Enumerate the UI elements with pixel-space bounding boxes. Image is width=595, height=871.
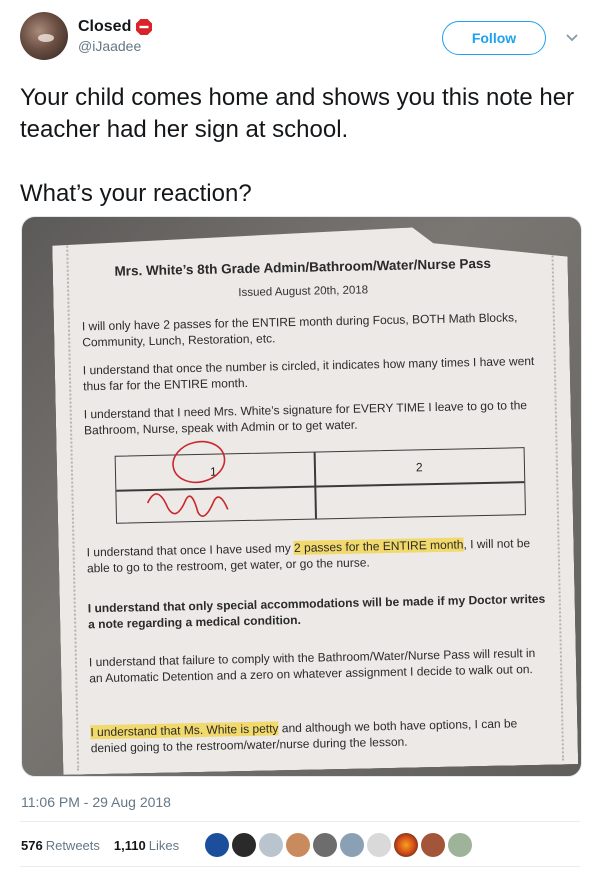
user-name-block[interactable]: Closed @iJaadee — [78, 18, 153, 54]
used-passes-pre: I understand that once I have used my — [86, 541, 295, 560]
liker-avatars — [205, 833, 472, 857]
tweet-timestamp[interactable]: 11:06 PM - 29 Aug 2018 — [21, 794, 171, 810]
tweet-stats: 576 Retweets 1,110 Likes — [21, 838, 179, 853]
used-passes-highlight: 2 passes for the ENTIRE month — [293, 537, 464, 555]
user-handle[interactable]: @iJaadee — [78, 38, 153, 54]
liker-avatar[interactable] — [394, 833, 418, 857]
divider-bottom — [20, 866, 580, 867]
follow-button[interactable]: Follow — [442, 21, 546, 55]
divider-top — [20, 821, 580, 822]
liker-avatar[interactable] — [205, 833, 229, 857]
likes-stat[interactable]: 1,110 Likes — [114, 838, 179, 853]
retweets-label[interactable]: Retweets — [46, 838, 100, 853]
red-circle-scribble — [126, 431, 268, 534]
liker-avatar[interactable] — [367, 833, 391, 857]
tweet-header: Closed @iJaadee Follow — [20, 12, 580, 62]
display-name[interactable]: Closed — [78, 18, 153, 36]
retweets-count[interactable]: 576 — [21, 838, 43, 853]
retweets-stat[interactable]: 576 Retweets — [21, 838, 100, 853]
chevron-down-icon[interactable] — [563, 28, 581, 46]
likes-count[interactable]: 1,110 — [114, 838, 146, 853]
liker-avatar[interactable] — [313, 833, 337, 857]
liker-avatar[interactable] — [232, 833, 256, 857]
pass-cell-2: 2 — [415, 460, 423, 475]
liker-avatar[interactable] — [340, 833, 364, 857]
liker-avatar[interactable] — [259, 833, 283, 857]
stop-sign-icon — [135, 18, 153, 36]
liker-avatar[interactable] — [286, 833, 310, 857]
liker-avatar[interactable] — [448, 833, 472, 857]
note-paper: Mrs. White’s 8th Grade Admin/Bathroom/Wa… — [52, 224, 578, 775]
petty-highlight: I understand that Ms. White is petty — [90, 721, 279, 740]
tweet-photo[interactable]: Mrs. White’s 8th Grade Admin/Bathroom/Wa… — [21, 216, 582, 777]
display-name-text[interactable]: Closed — [78, 18, 131, 36]
avatar[interactable] — [20, 12, 68, 60]
tweet-text: Your child comes home and shows you this… — [20, 84, 575, 207]
likes-label[interactable]: Likes — [149, 838, 179, 853]
liker-avatar[interactable] — [421, 833, 445, 857]
